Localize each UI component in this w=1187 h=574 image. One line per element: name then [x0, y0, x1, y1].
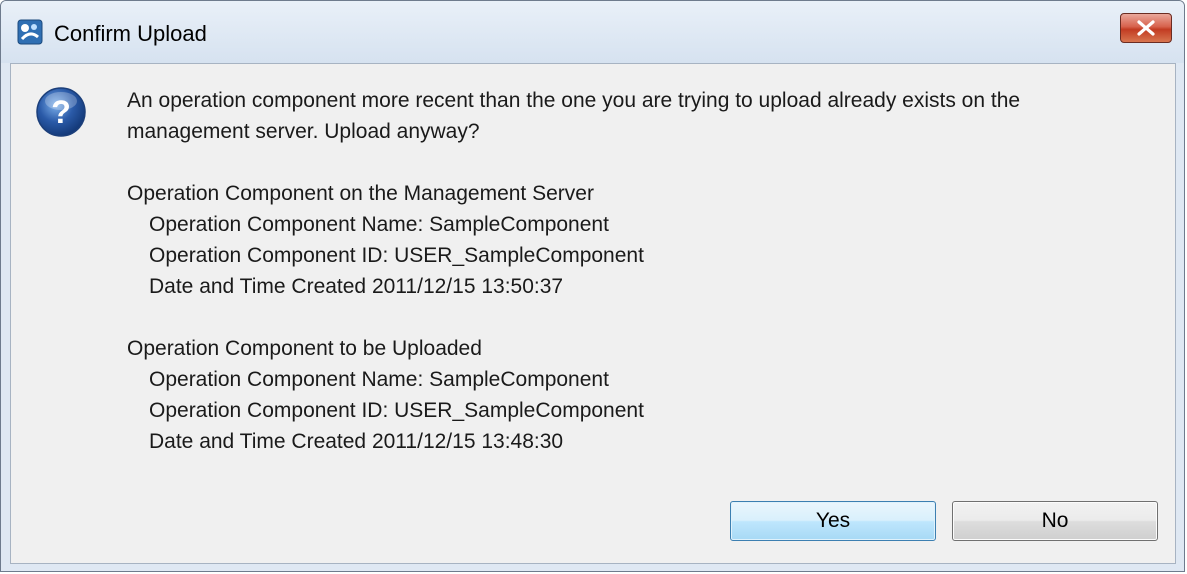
server-component-name: Operation Component Name: SampleComponen…	[149, 213, 609, 236]
upload-component-created: Date and Time Created 2011/12/15 13:48:3…	[149, 430, 564, 453]
server-component-id: Operation Component ID: USER_SampleCompo…	[149, 244, 644, 267]
close-button[interactable]	[1120, 13, 1172, 43]
message-text: An operation component more recent than …	[127, 85, 1147, 457]
upload-section-heading: Operation Component to be Uploaded	[127, 337, 482, 360]
server-section-heading: Operation Component on the Management Se…	[127, 182, 594, 205]
dialog-content: ? An operation component more recent tha…	[10, 63, 1176, 564]
app-icon	[17, 19, 43, 45]
upload-component-name: Operation Component Name: SampleComponen…	[149, 368, 609, 391]
yes-button[interactable]: Yes	[730, 501, 936, 541]
question-icon: ?	[35, 86, 87, 138]
close-icon	[1137, 20, 1155, 36]
window-title: Confirm Upload	[54, 21, 207, 46]
message-line: An operation component more recent than …	[127, 89, 1021, 112]
title-bar[interactable]: Confirm Upload	[1, 1, 1184, 63]
message-line: management server. Upload anyway?	[127, 120, 480, 143]
svg-text:?: ?	[51, 94, 71, 130]
dialog-window: Confirm Upload ? An operation component …	[0, 0, 1185, 572]
no-button[interactable]: No	[952, 501, 1158, 541]
upload-component-id: Operation Component ID: USER_SampleCompo…	[149, 399, 644, 422]
server-component-created: Date and Time Created 2011/12/15 13:50:3…	[149, 275, 564, 298]
